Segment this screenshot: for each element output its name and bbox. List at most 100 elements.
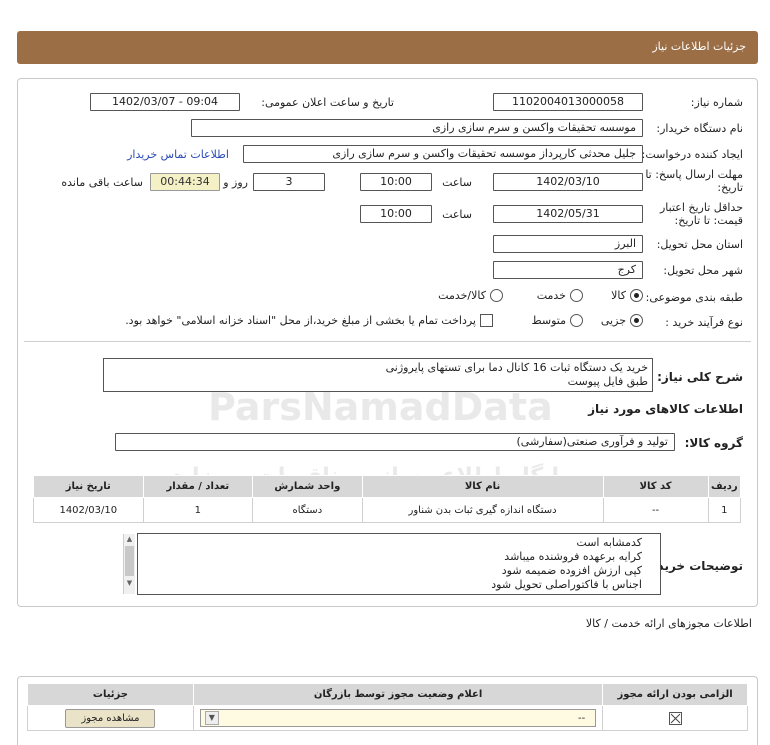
validity-date-field: 1402/05/31 xyxy=(493,205,643,223)
summary-label: شرح کلی نیاز: xyxy=(657,370,743,384)
days-label: روز و xyxy=(223,176,248,189)
remaining-time-field: 00:44:34 xyxy=(150,173,220,191)
scroll-down-icon[interactable]: ▼ xyxy=(124,578,135,588)
col-permit-status: اعلام وضعیت مجوز توسط بازرگان xyxy=(192,683,604,706)
cell-code: -- xyxy=(602,497,709,523)
goods-group-field: تولید و فرآوری صنعتی(سفارشی) xyxy=(115,433,675,451)
deadline-time-label: ساعت xyxy=(442,176,472,189)
category-option-goods-label: کالا xyxy=(611,289,626,302)
radio-service[interactable] xyxy=(570,289,583,302)
deadline-time-field: 10:00 xyxy=(360,173,432,191)
permits-table: الزامی بودن ارائه مجوز اعلام وضعیت مجوز … xyxy=(27,683,748,731)
page-title: جزئیات اطلاعات نیاز xyxy=(652,40,746,53)
summary-line-2: طبق فایل پیوست xyxy=(567,375,648,388)
validity-time-field: 10:00 xyxy=(360,205,432,223)
treasury-note: پرداخت تمام یا بخشی از مبلغ خرید،از محل … xyxy=(125,314,476,327)
col-permit-details: جزئیات xyxy=(27,683,194,706)
deadline-label-line1: مهلت ارسال پاسخ: تا xyxy=(645,168,743,181)
col-name: نام کالا xyxy=(361,475,604,498)
category-option-goods-service[interactable]: کالا/خدمت xyxy=(438,289,503,302)
process-option-minor-label: جزیی xyxy=(600,314,626,327)
remaining-time-label: ساعت باقی مانده xyxy=(61,176,143,189)
province-field: البرز xyxy=(493,235,643,253)
buyer-note-2: کرایه برعهده فروشنده میباشد xyxy=(504,550,642,563)
process-label: نوع فرآیند خرید : xyxy=(665,316,743,329)
permit-required-cell xyxy=(602,705,748,731)
buyer-note-3: کپی ارزش افزوده ضمیمه شود xyxy=(501,564,642,577)
view-permit-button[interactable]: مشاهده مجوز xyxy=(65,708,156,728)
validity-label-line1: حداقل تاریخ اعتبار xyxy=(659,201,743,214)
treasury-checkbox[interactable] xyxy=(480,314,493,327)
permit-required-checkbox[interactable] xyxy=(668,711,682,725)
category-option-service[interactable]: خدمت xyxy=(537,289,583,302)
cell-unit: دستگاه xyxy=(252,497,363,523)
category-option-goods-service-label: کالا/خدمت xyxy=(438,289,486,302)
category-option-service-label: خدمت xyxy=(536,289,566,302)
goods-group-label: گروه کالا: xyxy=(684,436,743,450)
goods-table-header: ردیف کد کالا نام کالا واحد شمارش تعداد /… xyxy=(33,475,742,498)
col-unit: واحد شمارش xyxy=(252,475,363,498)
announce-field: 1402/03/07 - 09:04 xyxy=(90,93,240,111)
province-label: استان محل تحویل: xyxy=(656,238,743,251)
col-row: ردیف xyxy=(707,475,742,498)
need-number-field: 1102004013000058 xyxy=(493,93,643,111)
permit-status-cell: -- ▼ xyxy=(192,705,604,731)
table-row: 1 -- دستگاه اندازه گیری ثبات بدن شناور د… xyxy=(33,497,742,523)
page-header: جزئیات اطلاعات نیاز xyxy=(17,31,758,64)
col-qty: تعداد / مقدار xyxy=(142,475,254,498)
cell-qty: 1 xyxy=(142,497,254,523)
chevron-down-icon[interactable]: ▼ xyxy=(204,711,219,725)
category-option-goods[interactable]: کالا xyxy=(611,289,643,302)
cell-name: دستگاه اندازه گیری ثبات بدن شناور xyxy=(361,497,604,523)
requester-field: جلیل محدثی کارپرداز موسسه تحقیقات واکسن … xyxy=(243,145,643,163)
summary-box: خرید یک دستگاه ثبات 16 کانال دما برای تس… xyxy=(103,358,653,392)
buyer-org-label: نام دستگاه خریدار: xyxy=(656,122,743,135)
goods-section-title: اطلاعات کالاهای مورد نیاز xyxy=(588,402,743,416)
col-date: تاریخ نیاز xyxy=(33,475,144,498)
scroll-thumb[interactable] xyxy=(125,546,134,576)
col-permit-required: الزامی بودن ارائه مجوز xyxy=(602,683,748,706)
permit-row: -- ▼ مشاهده مجوز xyxy=(27,705,748,731)
buyer-note-1: کدمشابه است xyxy=(576,536,642,549)
buyer-notes-scrollbar[interactable]: ▲ ▼ xyxy=(123,534,135,594)
cell-row: 1 xyxy=(707,497,742,523)
radio-medium[interactable] xyxy=(570,314,583,327)
radio-goods[interactable] xyxy=(630,289,643,302)
cell-date: 1402/03/10 xyxy=(33,497,144,523)
buyer-note-4: اجناس با فاکتوراصلی تحویل شود xyxy=(491,578,642,591)
buyer-notes-box[interactable]: کدمشابه است کرایه برعهده فروشنده میباشد … xyxy=(137,533,661,595)
permit-status-value: -- xyxy=(577,712,586,724)
validity-label-line2: قیمت: تا تاریخ: xyxy=(674,214,743,227)
goods-table: ردیف کد کالا نام کالا واحد شمارش تعداد /… xyxy=(33,475,742,523)
permit-status-select[interactable]: -- ▼ xyxy=(199,709,597,727)
days-field: 3 xyxy=(253,173,325,191)
process-option-minor[interactable]: جزیی xyxy=(601,314,643,327)
city-label: شهر محل تحویل: xyxy=(663,264,743,277)
divider-1 xyxy=(24,341,751,342)
cross-icon xyxy=(670,713,680,723)
radio-minor[interactable] xyxy=(630,314,643,327)
col-code: کد کالا xyxy=(602,475,709,498)
category-label: طبقه بندی موضوعی: xyxy=(645,291,743,304)
radio-goods-service[interactable] xyxy=(490,289,503,302)
scroll-up-icon[interactable]: ▲ xyxy=(124,534,135,544)
city-field: کرج xyxy=(493,261,643,279)
summary-line-1: خرید یک دستگاه ثبات 16 کانال دما برای تس… xyxy=(385,361,648,374)
validity-time-label: ساعت xyxy=(442,208,472,221)
permit-details-cell: مشاهده مجوز xyxy=(27,705,194,731)
validity-label: حداقل تاریخ اعتبار قیمت: تا تاریخ: xyxy=(660,201,743,227)
buyer-org-field: موسسه تحقیقات واکسن و سرم سازی رازی xyxy=(191,119,643,137)
deadline-date-field: 1402/03/10 xyxy=(493,173,643,191)
announce-label: تاریخ و ساعت اعلان عمومی: xyxy=(261,96,394,109)
deadline-label-line2: تاریخ: xyxy=(717,181,743,194)
requester-label: ایجاد کننده درخواست: xyxy=(641,148,743,161)
treasury-option[interactable]: پرداخت تمام یا بخشی از مبلغ خرید،از محل … xyxy=(125,314,493,327)
details-panel: ParsNamadData پایگاه اطلاع رسانی مناقصات… xyxy=(17,78,758,607)
contact-buyer-link[interactable]: اطلاعات تماس خریدار xyxy=(127,148,229,161)
permits-table-header: الزامی بودن ارائه مجوز اعلام وضعیت مجوز … xyxy=(27,683,748,706)
need-number-label: شماره نیاز: xyxy=(690,96,743,109)
process-option-medium[interactable]: متوسط xyxy=(531,314,583,327)
permits-title: اطلاعات مجوزهای ارائه خدمت / کالا xyxy=(585,617,752,630)
deadline-label: مهلت ارسال پاسخ: تا تاریخ: xyxy=(645,168,743,194)
process-option-medium-label: متوسط xyxy=(531,314,566,327)
